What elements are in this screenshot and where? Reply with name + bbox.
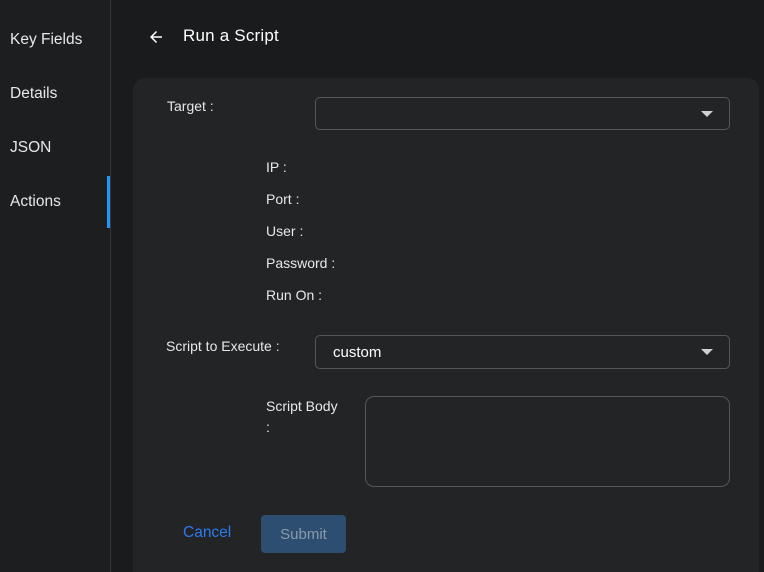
page-header: Run a Script <box>112 0 764 62</box>
submit-button[interactable]: Submit <box>261 515 346 553</box>
script-to-execute-label: Script to Execute : <box>166 338 280 354</box>
cancel-button[interactable]: Cancel <box>183 524 231 542</box>
chevron-down-icon <box>701 349 713 355</box>
sidebar-item-label: Details <box>10 85 57 103</box>
target-select[interactable] <box>315 97 730 130</box>
script-body-label: Script Body : <box>266 396 338 438</box>
sidebar-item-json[interactable]: JSON <box>0 121 110 175</box>
chevron-down-icon <box>701 111 713 117</box>
sidebar-item-actions[interactable]: Actions <box>0 175 110 229</box>
run-on-label: Run On : <box>266 287 322 303</box>
sidebar-item-details[interactable]: Details <box>0 67 110 121</box>
sidebar-item-key-fields[interactable]: Key Fields <box>0 13 110 67</box>
script-body-textarea[interactable] <box>365 396 730 487</box>
app-window: Key Fields Details JSON Actions <box>0 0 764 572</box>
arrow-left-icon <box>147 28 165 46</box>
sidebar-item-label: Key Fields <box>10 31 82 49</box>
run-script-form-card: Target : IP : Port : User : Password : R… <box>133 78 759 572</box>
password-label: Password : <box>266 255 335 271</box>
active-indicator-bar <box>107 176 110 228</box>
script-to-execute-select[interactable]: custom <box>315 335 730 369</box>
script-to-execute-select-value: custom <box>333 344 381 361</box>
sidebar: Key Fields Details JSON Actions <box>0 0 111 572</box>
ip-label: IP : <box>266 159 287 175</box>
main-content: Run a Script Target : IP : Port : User :… <box>112 0 764 572</box>
target-label: Target : <box>167 98 214 114</box>
user-label: User : <box>266 223 303 239</box>
page-title: Run a Script <box>183 26 279 46</box>
back-button[interactable] <box>145 26 167 48</box>
sidebar-item-label: Actions <box>10 193 61 211</box>
port-label: Port : <box>266 191 299 207</box>
sidebar-nav-list: Key Fields Details JSON Actions <box>0 0 110 229</box>
sidebar-item-label: JSON <box>10 139 51 157</box>
